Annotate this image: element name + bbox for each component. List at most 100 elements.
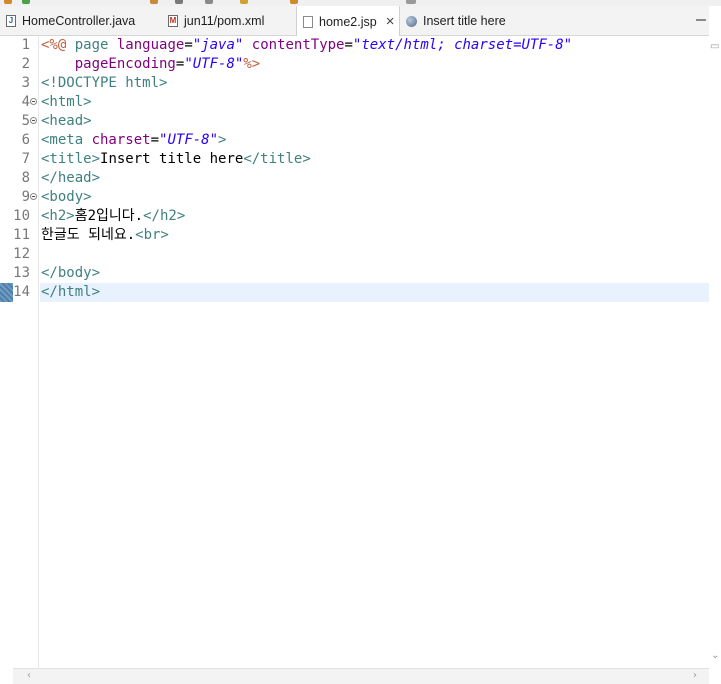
fold-toggle-icon[interactable] <box>30 98 37 105</box>
scroll-left-arrow-icon[interactable]: ‹ <box>27 671 31 681</box>
code-line[interactable]: 11 한글도 되네요.<br> <box>0 226 709 245</box>
code-line[interactable]: 12 <box>0 245 709 264</box>
line-number: 14 <box>13 284 30 300</box>
code-token: Insert title here <box>100 151 244 167</box>
code-token: > <box>218 132 227 148</box>
tab-home2-jsp[interactable]: home2.jsp × <box>296 6 400 37</box>
code-line[interactable]: 3 <!DOCTYPE html> <box>0 74 709 93</box>
horizontal-scrollbar[interactable]: ‹ › <box>13 668 709 684</box>
toolbar-tool-icon[interactable] <box>175 0 183 4</box>
code-token: </body> <box>41 265 101 281</box>
editor-tab-bar: J HomeController.java M jun11/pom.xml ho… <box>0 6 721 37</box>
code-token: = <box>344 37 353 53</box>
maximize-icon[interactable]: ▭ <box>710 42 719 52</box>
toolbar-tool-icon[interactable] <box>406 0 416 4</box>
vertical-scrollbar[interactable]: ▭ ⌄ <box>709 6 721 668</box>
run-icon[interactable] <box>22 0 30 4</box>
code-text[interactable]: pageEncoding="UTF-8"%> <box>40 55 709 74</box>
code-token: </h2> <box>143 208 186 224</box>
toolbar-tool-icon[interactable] <box>240 0 248 4</box>
fold-toggle-icon[interactable] <box>30 193 37 200</box>
line-number: 6 <box>21 132 30 148</box>
code-token: <title> <box>41 151 101 167</box>
toolbar-tool-icon[interactable] <box>205 0 213 4</box>
code-token: <meta <box>41 132 92 148</box>
code-token: pageEncoding <box>74 56 176 72</box>
code-text[interactable]: 한글도 되네요.<br> <box>40 226 709 245</box>
line-number: 5 <box>21 113 30 129</box>
code-line[interactable]: 6 <meta charset="UTF-8"> <box>0 131 709 150</box>
code-text[interactable]: <title>Insert title here</title> <box>40 150 709 169</box>
code-line[interactable]: 14 </html> <box>0 283 709 302</box>
line-number: 12 <box>13 246 30 262</box>
toolbar-tool-icon[interactable] <box>4 0 12 4</box>
code-text[interactable]: <%@ page language="java" contentType="te… <box>40 36 709 55</box>
code-line[interactable]: 7 <title>Insert title here</title> <box>0 150 709 169</box>
minimize-editor-icon[interactable] <box>694 13 708 27</box>
code-line[interactable]: 1 <%@ page language="java" contentType="t… <box>0 36 709 55</box>
code-line[interactable]: 10 <h2>홈2입니다.</h2> <box>0 207 709 226</box>
code-token: <br> <box>135 227 169 243</box>
code-token: 한글도 되네요. <box>41 227 136 243</box>
code-text[interactable]: <meta charset="UTF-8"> <box>40 131 709 150</box>
code-line[interactable]: 4 <html> <box>0 93 709 112</box>
code-token: %> <box>243 56 261 72</box>
code-text[interactable]: <h2>홈2입니다.</h2> <box>40 207 709 226</box>
line-number: 4 <box>21 94 30 110</box>
code-token: page <box>74 37 117 53</box>
code-text[interactable]: <head> <box>40 112 709 131</box>
line-number: 9 <box>21 189 30 205</box>
close-tab-icon[interactable]: × <box>386 14 395 29</box>
code-token: = <box>150 132 160 148</box>
code-text[interactable]: </head> <box>40 169 709 188</box>
code-token: <%@ <box>41 37 75 53</box>
code-text[interactable] <box>40 245 709 264</box>
line-number: 7 <box>21 151 30 167</box>
code-token: <body> <box>41 189 92 205</box>
scroll-right-arrow-icon[interactable]: › <box>693 671 697 681</box>
java-file-icon: J <box>6 15 16 27</box>
tab-label: jun11/pom.xml <box>184 14 265 28</box>
code-editor[interactable]: 1 <%@ page language="java" contentType="t… <box>0 36 709 668</box>
tab-pom-xml[interactable]: M jun11/pom.xml <box>168 6 264 36</box>
tab-home-controller[interactable]: J HomeController.java <box>6 6 135 36</box>
code-text[interactable]: </body> <box>40 264 709 283</box>
code-token: contentType <box>251 37 345 53</box>
tab-label: HomeController.java <box>22 14 136 28</box>
browser-globe-icon <box>406 15 417 27</box>
code-token: "UTF-8" <box>184 56 244 72</box>
code-text[interactable]: <body> <box>40 188 709 207</box>
maven-file-icon: M <box>168 15 178 27</box>
fold-toggle-icon[interactable] <box>30 117 37 124</box>
code-text[interactable]: <html> <box>40 93 709 112</box>
line-number: 2 <box>21 56 30 72</box>
line-number: 3 <box>21 75 30 91</box>
code-token: language <box>116 37 185 53</box>
code-token: <h2> <box>41 208 75 224</box>
code-line[interactable]: 2 pageEncoding="UTF-8"%> <box>0 55 709 74</box>
code-line[interactable]: 13 </body> <box>0 264 709 283</box>
code-token: "UTF-8" <box>159 132 219 148</box>
code-line[interactable]: 8 </head> <box>0 169 709 188</box>
line-number: 1 <box>21 37 30 53</box>
toolbar-tool-icon[interactable] <box>150 0 158 4</box>
code-text[interactable]: <!DOCTYPE html> <box>40 74 709 93</box>
code-line[interactable]: 5 <head> <box>0 112 709 131</box>
tab-label: home2.jsp <box>319 14 377 29</box>
line-number: 8 <box>21 170 30 186</box>
toolbar-tool-icon[interactable] <box>290 0 298 4</box>
scroll-down-arrow-icon[interactable]: ⌄ <box>711 651 719 661</box>
code-token: 홈2입니다. <box>74 208 144 224</box>
code-token: "text/html; charset=UTF-8" <box>352 37 573 53</box>
code-text[interactable]: </html> <box>40 283 709 302</box>
tab-label: Insert title here <box>423 14 506 28</box>
code-token: charset <box>91 132 151 148</box>
code-token: </title> <box>243 151 311 167</box>
code-token: <!DOCTYPE html> <box>41 75 168 91</box>
code-line[interactable]: 9 <body> <box>0 188 709 207</box>
tab-browser-preview[interactable]: Insert title here <box>406 6 506 36</box>
code-token: </head> <box>41 170 101 186</box>
code-token: </html> <box>41 284 101 300</box>
code-token: <html> <box>41 94 92 110</box>
